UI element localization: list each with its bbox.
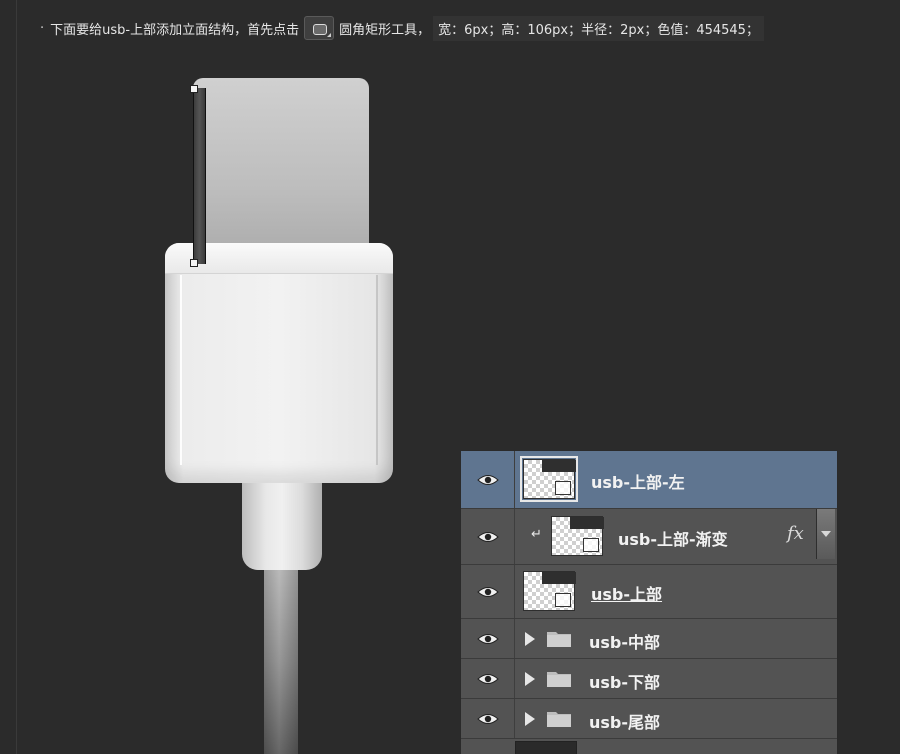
usb-plug-highlight [180, 275, 182, 465]
eye-icon[interactable] [477, 673, 499, 685]
canvas-guide-line [0, 0, 17, 754]
usb-plug-shadow-edge [376, 275, 378, 465]
layer-thumbnail[interactable] [551, 516, 604, 556]
eye-icon[interactable] [477, 713, 499, 725]
layer-name[interactable]: usb-上部-渐变 [618, 526, 728, 550]
visibility-toggle[interactable] [461, 451, 515, 508]
layer-name[interactable]: usb-尾部 [589, 709, 660, 733]
layer-group-row[interactable]: usb-中部 [461, 619, 837, 659]
layer-thumbnail[interactable] [523, 571, 576, 611]
visibility-toggle[interactable] [461, 565, 515, 618]
fx-expand-toggle[interactable] [816, 509, 835, 559]
layer-group-row[interactable]: usb-尾部 [461, 699, 837, 739]
layer-thumbnail[interactable] [520, 456, 578, 502]
eye-icon[interactable] [477, 474, 499, 486]
eye-icon[interactable] [477, 633, 499, 645]
layer-row[interactable]: ↵ usb-上部-渐变 fx [461, 509, 837, 565]
visibility-toggle[interactable] [461, 699, 515, 738]
layer-name[interactable]: usb-下部 [589, 669, 660, 693]
rounded-rectangle-tool-icon[interactable] [304, 16, 335, 40]
expand-triangle-icon[interactable] [525, 632, 535, 646]
anchor-point-bottom[interactable] [190, 259, 198, 267]
layer-row[interactable]: usb-上部-左 [461, 451, 837, 509]
instruction-line: · 下面要给usb-上部添加立面结构，首先点击 圆角矩形工具， 宽：6px；高：… [40, 14, 764, 42]
layers-panel: usb-上部-左 ↵ usb-上部-渐变 fx usb-上部 usb-中部 us… [460, 450, 838, 754]
layer-group-row[interactable]: usb-下部 [461, 659, 837, 699]
visibility-toggle[interactable] [461, 659, 515, 698]
visibility-toggle[interactable] [461, 619, 515, 658]
usb-side-rounded-rect[interactable] [193, 88, 206, 264]
expand-triangle-icon[interactable] [525, 672, 535, 686]
fx-icon[interactable]: fx [787, 523, 804, 544]
usb-plug-body [165, 243, 393, 483]
layer-name[interactable]: usb-上部-左 [591, 469, 685, 493]
instruction-spec: 宽：6px；高：106px；半径：2px；色值：454545； [433, 15, 764, 41]
visibility-toggle[interactable] [461, 509, 515, 564]
instruction-text-before: 下面要给usb-上部添加立面结构，首先点击 [50, 22, 300, 38]
layer-row[interactable]: usb-上部 [461, 565, 837, 619]
layer-name[interactable]: usb-中部 [589, 629, 660, 653]
usb-connector-top[interactable] [193, 78, 369, 263]
folder-icon [547, 712, 571, 727]
eye-icon[interactable] [477, 586, 499, 598]
next-layer-thumbnail-partial [515, 741, 577, 754]
expand-triangle-icon[interactable] [525, 712, 535, 726]
anchor-point-top[interactable] [190, 85, 198, 93]
bullet: · [40, 20, 45, 36]
folder-icon [547, 672, 571, 687]
eye-icon[interactable] [477, 531, 499, 543]
instruction-text-after: 圆角矩形工具， [339, 22, 431, 38]
clipping-arrow-icon: ↵ [531, 527, 542, 542]
layer-name[interactable]: usb-上部 [591, 581, 662, 605]
usb-strain-relief [242, 474, 322, 570]
usb-cable [264, 548, 298, 754]
folder-icon [547, 632, 571, 647]
